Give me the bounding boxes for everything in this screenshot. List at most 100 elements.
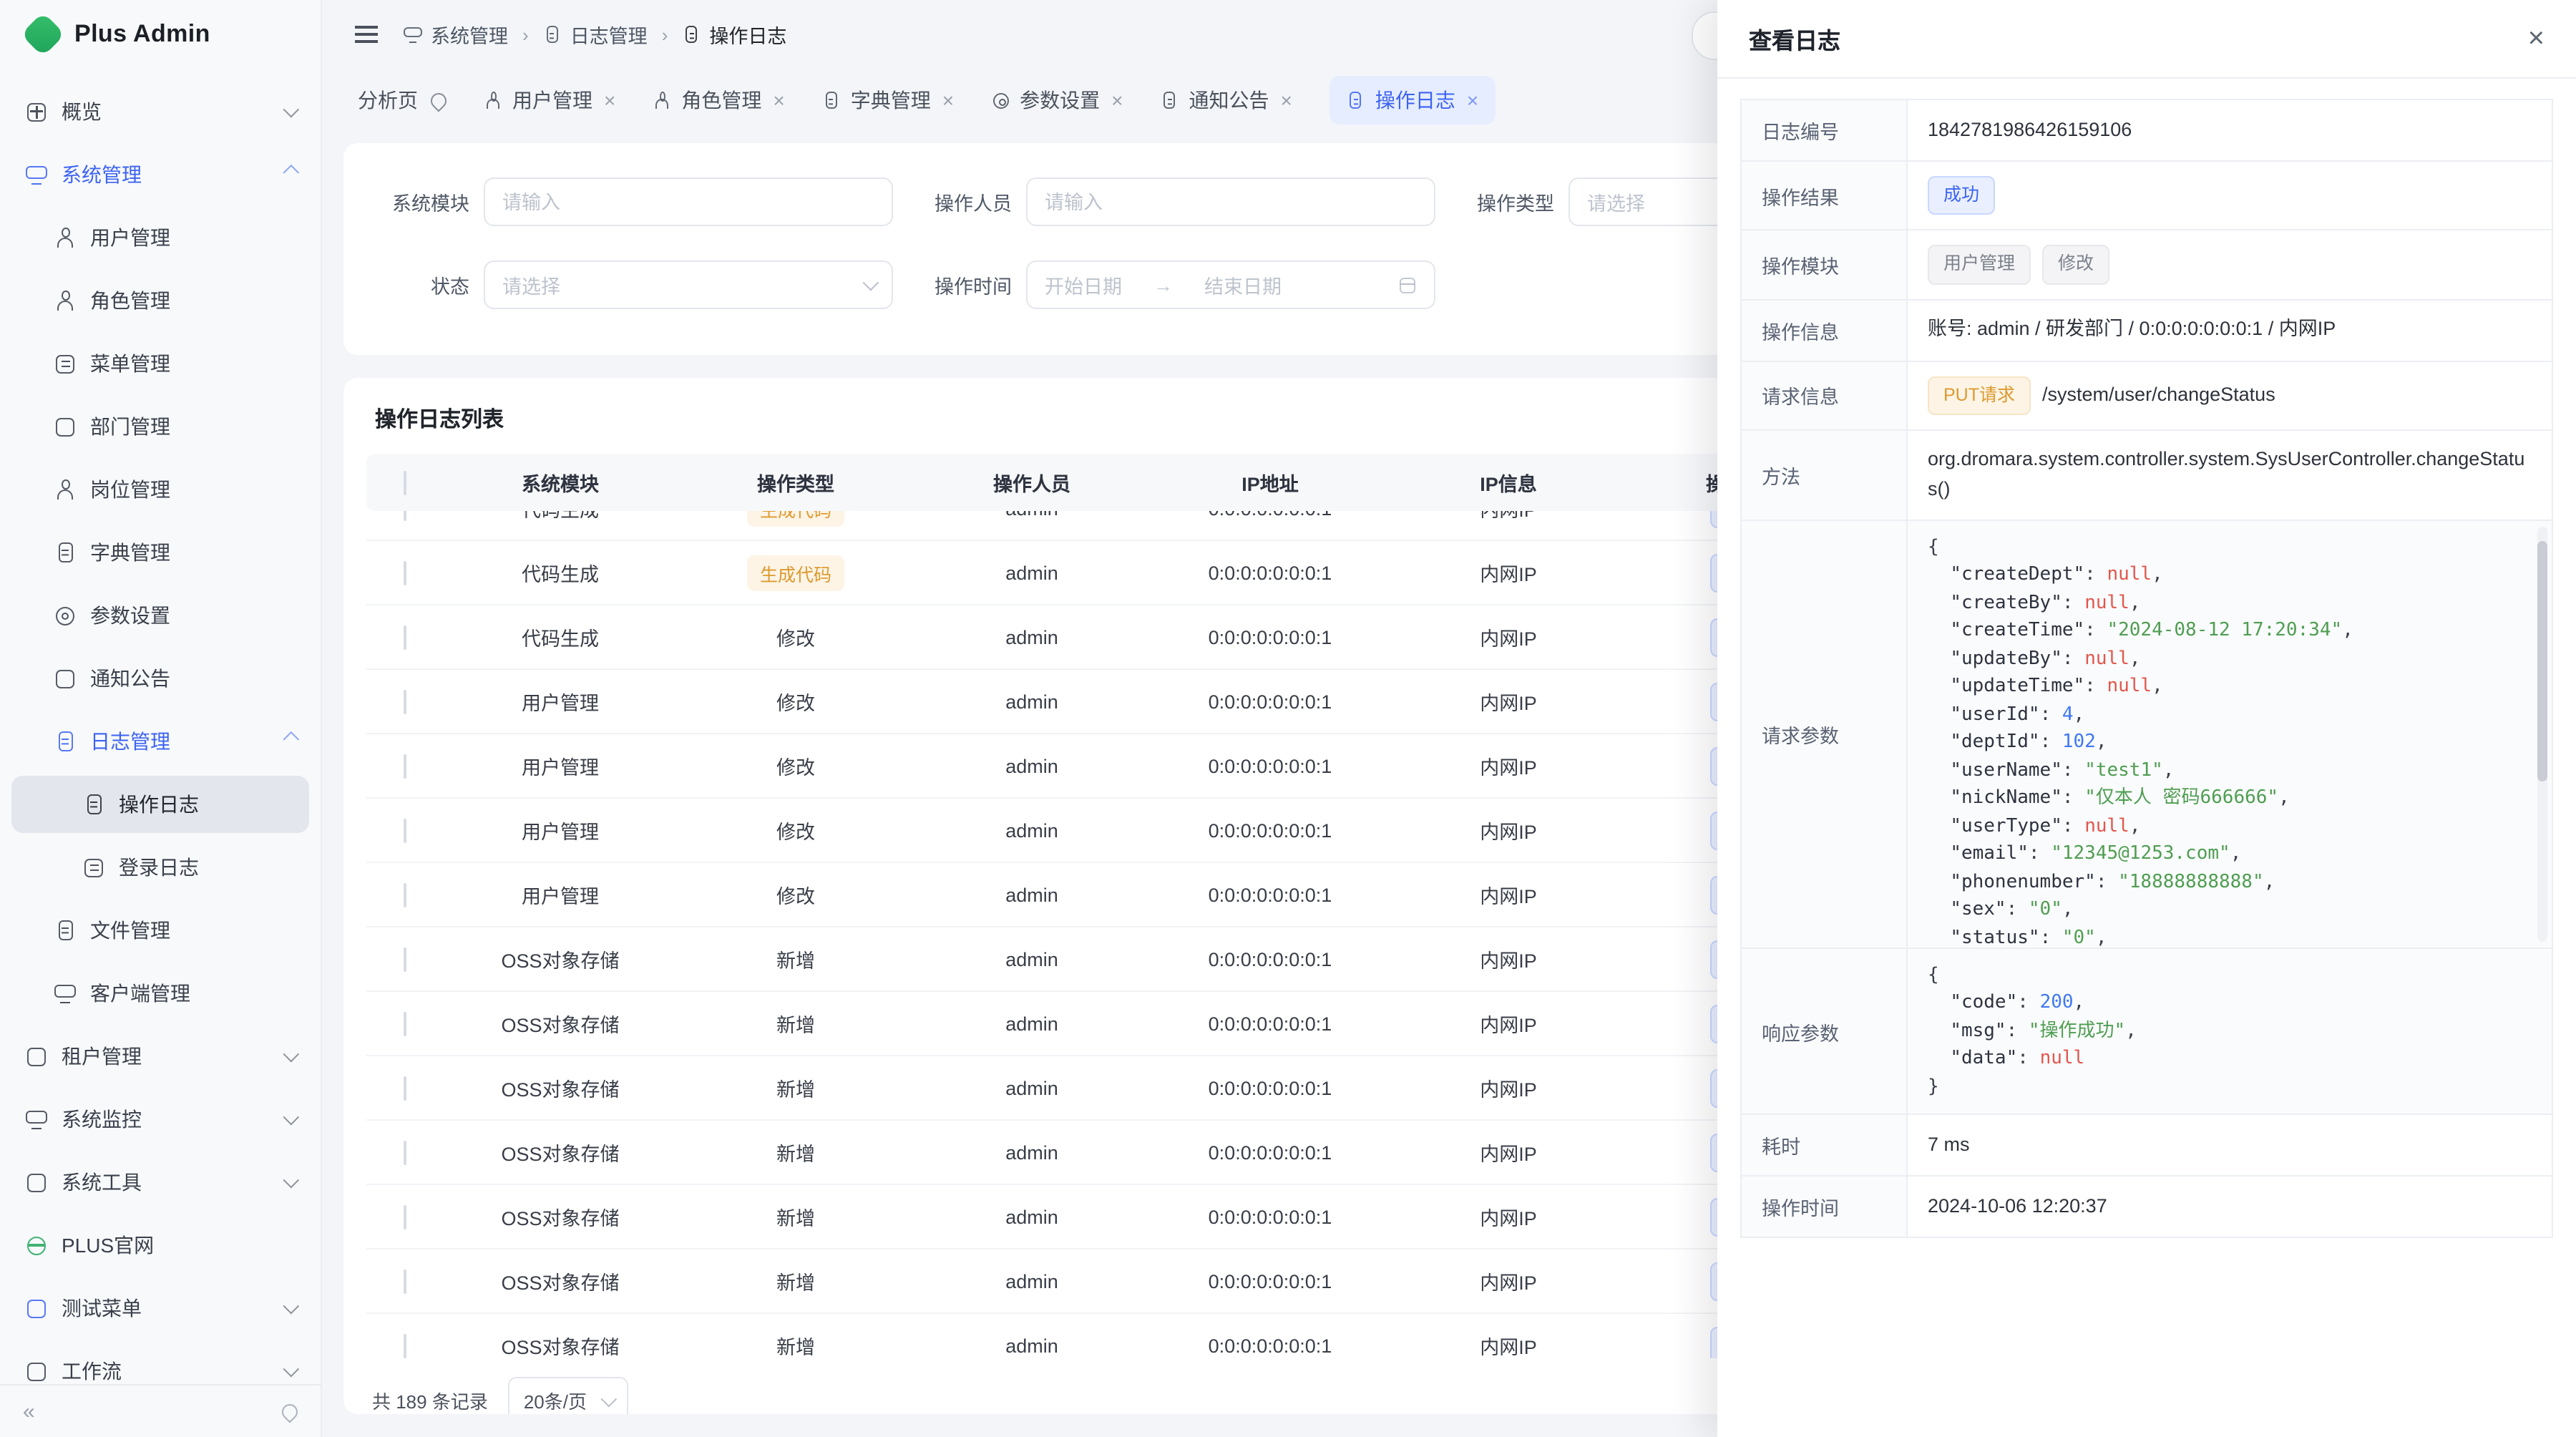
row-checkbox[interactable] <box>404 560 406 585</box>
module-input[interactable] <box>484 177 893 226</box>
code-line: "phonenumber": "18888888888", <box>1928 869 2532 897</box>
sidebar-item-8[interactable]: 参数设置 <box>11 587 309 644</box>
breadcrumb-item[interactable]: 系统管理 <box>404 20 508 49</box>
row-checkbox[interactable] <box>404 1011 406 1036</box>
tab-字典管理[interactable]: 字典管理× <box>822 86 954 115</box>
sidebar-item-6[interactable]: 岗位管理 <box>11 461 309 518</box>
tab-参数设置[interactable]: 参数设置× <box>991 86 1123 115</box>
breadcrumb: 系统管理›日志管理›操作日志 <box>404 20 786 49</box>
cell-ip-info: 内网IP <box>1391 511 1626 522</box>
close-tab-icon[interactable]: × <box>942 89 954 112</box>
close-tab-icon[interactable]: × <box>1111 89 1123 112</box>
sidebar-item-18[interactable]: PLUS官网 <box>11 1217 309 1274</box>
logo[interactable]: Plus Admin <box>0 0 321 69</box>
row-checkbox[interactable] <box>404 511 406 520</box>
cell-ip: 0:0:0:0:0:0:0:1 <box>1149 691 1391 712</box>
label-resp-params: 响应参数 <box>1742 949 1908 1114</box>
column-header: 操作人员 <box>914 468 1149 497</box>
tab-操作日志[interactable]: 操作日志× <box>1330 76 1496 125</box>
cell-type: 修改 <box>677 751 914 780</box>
row-checkbox[interactable] <box>404 1204 406 1229</box>
label-method: 方法 <box>1742 431 1908 520</box>
sidebar-item-17[interactable]: 系统工具 <box>11 1154 309 1211</box>
code-line: "createDept": null, <box>1928 562 2532 590</box>
sidebar-item-2[interactable]: 用户管理 <box>11 209 309 266</box>
sidebar-item-10[interactable]: 日志管理 <box>11 713 309 770</box>
sidebar-item-12[interactable]: 登录日志 <box>11 839 309 896</box>
cell-module: 代码生成 <box>444 558 677 587</box>
sidebar-item-15[interactable]: 租户管理 <box>11 1028 309 1085</box>
doc-icon <box>54 731 76 752</box>
close-tab-icon[interactable]: × <box>773 89 784 112</box>
cell-user: admin <box>914 1206 1149 1227</box>
status-select[interactable]: 请选择 <box>484 260 893 309</box>
sidebar-item-label: 菜单管理 <box>90 349 170 378</box>
chevron-down-icon <box>863 275 879 291</box>
row-checkbox[interactable] <box>404 947 406 971</box>
operator-input[interactable] <box>1026 177 1435 226</box>
row-checkbox[interactable] <box>404 818 406 842</box>
row-checkbox[interactable] <box>404 882 406 907</box>
doc-icon <box>83 794 104 815</box>
sidebar-item-13[interactable]: 文件管理 <box>11 902 309 959</box>
cell-ip-info: 内网IP <box>1391 1009 1626 1038</box>
tab-分析页[interactable]: 分析页 <box>358 86 447 115</box>
sidebar-item-16[interactable]: 系统监控 <box>11 1091 309 1148</box>
sidebar-item-19[interactable]: 测试菜单 <box>11 1280 309 1337</box>
menu-toggle-icon[interactable] <box>355 26 378 43</box>
row-checkbox[interactable] <box>404 1076 406 1100</box>
close-tab-icon[interactable]: × <box>1281 89 1292 112</box>
tab-通知公告[interactable]: 通知公告× <box>1161 86 1292 115</box>
tab-角色管理[interactable]: 角色管理× <box>653 86 784 115</box>
cell-ip-info: 内网IP <box>1391 880 1626 909</box>
sidebar-item-20[interactable]: 工作流 <box>11 1343 309 1385</box>
close-tab-icon[interactable]: × <box>1467 89 1478 112</box>
breadcrumb-separator: › <box>662 24 668 45</box>
doc-icon <box>1347 91 1365 109</box>
monitor-icon <box>26 164 47 185</box>
column-header: IP地址 <box>1149 468 1391 497</box>
cell-ip: 0:0:0:0:0:0:0:1 <box>1149 884 1391 905</box>
sidebar-item-14[interactable]: 客户端管理 <box>11 965 309 1022</box>
row-checkbox[interactable] <box>404 1333 406 1358</box>
tab-用户管理[interactable]: 用户管理× <box>484 86 615 115</box>
collapse-sidebar-icon[interactable]: « <box>23 1399 35 1423</box>
breadcrumb-item[interactable]: 日志管理 <box>543 20 648 49</box>
row-checkbox[interactable] <box>404 689 406 713</box>
sidebar-item-11[interactable]: 操作日志 <box>11 776 309 833</box>
close-icon[interactable]: × <box>2528 24 2545 53</box>
sidebar-item-1[interactable]: 系统管理 <box>11 146 309 203</box>
sidebar-item-3[interactable]: 角色管理 <box>11 272 309 329</box>
sidebar-item-9[interactable]: 通知公告 <box>11 650 309 707</box>
row-checkbox[interactable] <box>404 1269 406 1293</box>
breadcrumb-item[interactable]: 操作日志 <box>682 20 786 49</box>
label-result: 操作结果 <box>1742 162 1908 230</box>
row-checkbox-cell <box>366 1270 444 1292</box>
filter-label-type: 操作类型 <box>1463 187 1554 216</box>
time-range-picker[interactable]: 开始日期 → 结束日期 <box>1026 260 1435 309</box>
row-checkbox[interactable] <box>404 1140 406 1164</box>
sidebar-item-label: 通知公告 <box>90 664 170 693</box>
page-size-select[interactable]: 20条/页 <box>508 1377 628 1414</box>
sidebar-item-4[interactable]: 菜单管理 <box>11 335 309 392</box>
cell-type: 修改 <box>677 687 914 716</box>
pin-icon[interactable] <box>427 89 449 111</box>
sidebar-item-0[interactable]: 概览 <box>11 83 309 140</box>
user-icon <box>484 91 502 109</box>
row-checkbox[interactable] <box>404 625 406 649</box>
cell-type: 生成代码 <box>677 511 914 526</box>
sidebar-item-7[interactable]: 字典管理 <box>11 524 309 581</box>
cell-ip: 0:0:0:0:0:0:0:1 <box>1149 1077 1391 1099</box>
tab-label: 分析页 <box>358 86 418 115</box>
close-tab-icon[interactable]: × <box>604 89 615 112</box>
cell-module: OSS对象存储 <box>444 945 677 973</box>
sidebar-item-5[interactable]: 部门管理 <box>11 398 309 455</box>
cell-ip-info: 内网IP <box>1391 558 1626 587</box>
select-all-checkbox[interactable] <box>404 470 406 495</box>
pin-sidebar-icon[interactable] <box>278 1400 301 1422</box>
cell-ip-info: 内网IP <box>1391 751 1626 780</box>
scrollbar-thumb[interactable] <box>2537 541 2547 781</box>
row-checkbox[interactable] <box>404 754 406 778</box>
row-checkbox-cell <box>366 884 444 905</box>
value-info: 账号: admin / 研发部门 / 0:0:0:0:0:0:0:1 / 内网I… <box>1908 301 2552 361</box>
